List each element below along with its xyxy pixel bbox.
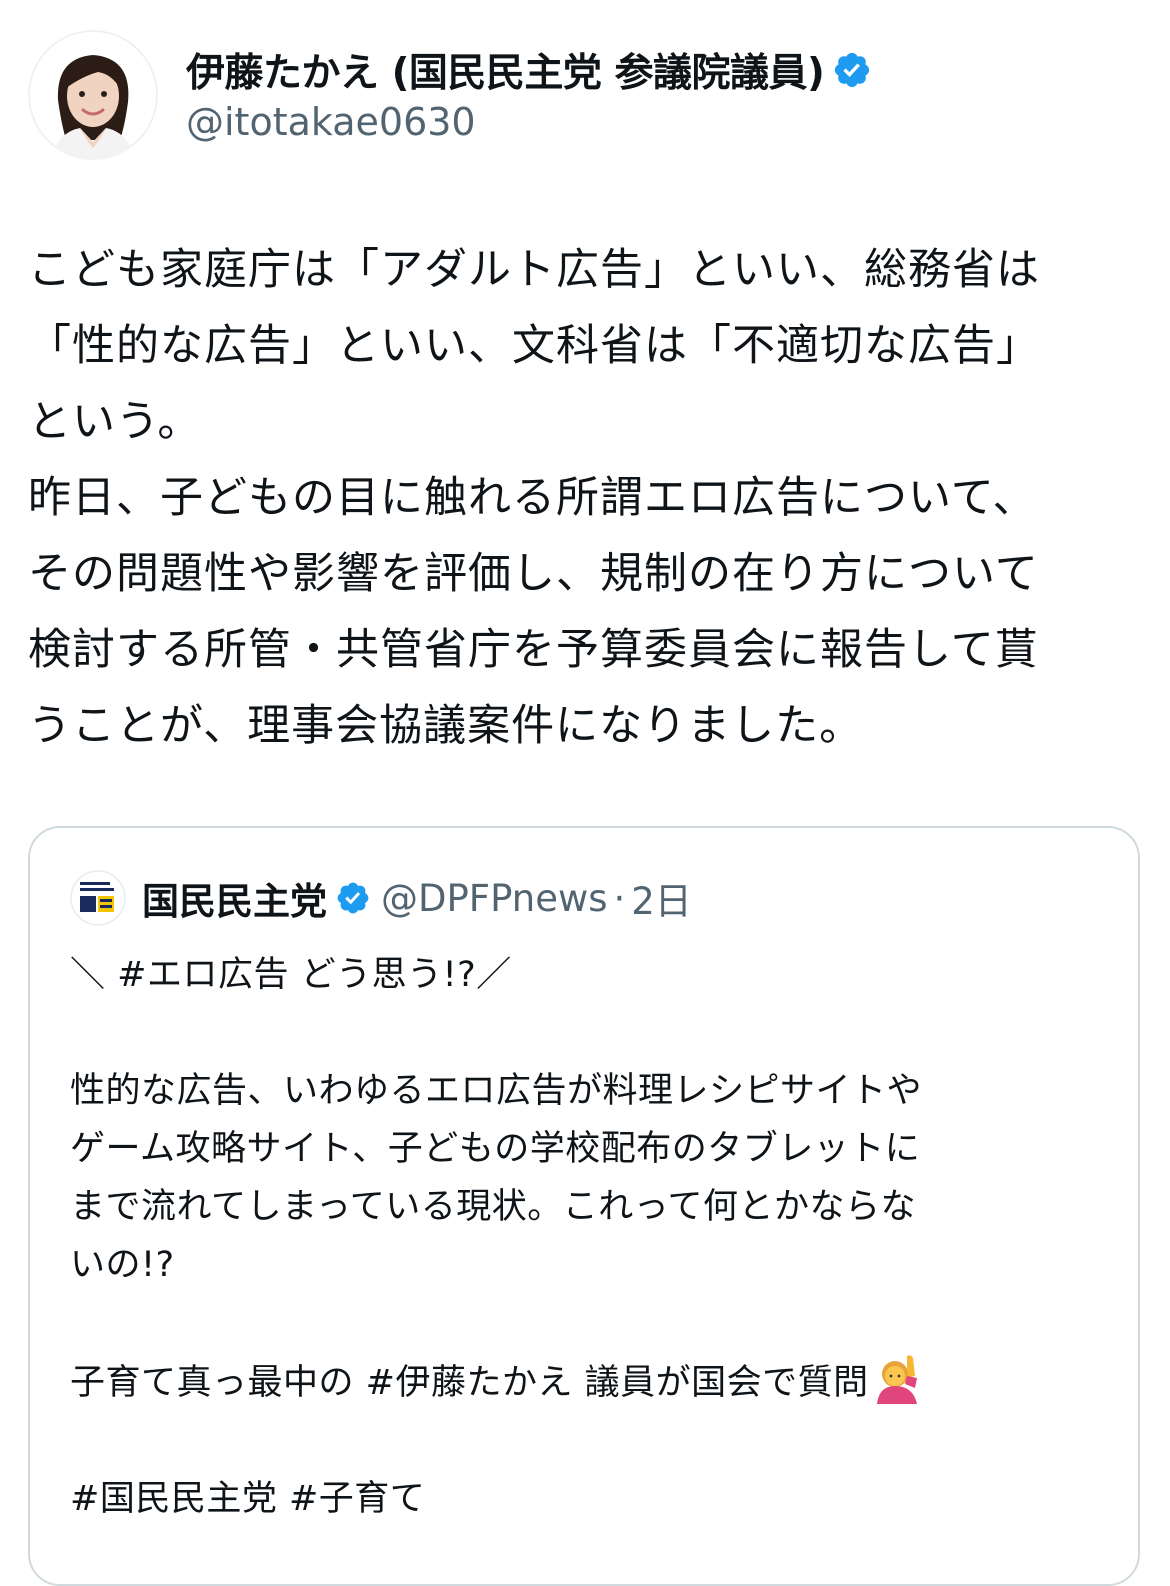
quoted-tweet-card[interactable]: 国民民主党 @DPFPnews · 2日 ＼ #エロ広告 どう思う!?／ 性的な… bbox=[28, 826, 1140, 1586]
quoted-text-line: #国民民主党 #子育て bbox=[70, 1479, 426, 1519]
tweet-text-line: 昨日、子どもの目に触れる所謂エロ広告について、 bbox=[28, 473, 1037, 523]
author-name-row[interactable]: 伊藤たかえ (国民民主党 参議院議員) bbox=[186, 42, 872, 98]
author-handle[interactable]: @itotakae0630 bbox=[186, 100, 476, 144]
quoted-text-line: まで流れてしまっている現状。これって何とかならな bbox=[70, 1187, 917, 1227]
author-display-name[interactable]: 伊藤たかえ (国民民主党 参議院議員) bbox=[186, 42, 825, 98]
quoted-text-line: ＼ #エロ広告 どう思う!?／ bbox=[70, 955, 512, 995]
verified-badge-icon bbox=[337, 882, 369, 914]
quoted-tweet-time[interactable]: 2日 bbox=[631, 871, 692, 925]
quoted-text-line bbox=[70, 1004, 1110, 1062]
author-avatar[interactable] bbox=[28, 30, 158, 160]
tweet-text-line: こども家庭庁は「アダルト広告」といい、総務省は bbox=[28, 245, 1040, 295]
quoted-text-line: いの!? bbox=[70, 1245, 175, 1285]
profile-photo-icon bbox=[28, 30, 158, 160]
meta-separator: · bbox=[613, 876, 626, 920]
quoted-text-line: 性的な広告、いわゆるエロ広告が料理レシピサイトや bbox=[70, 1071, 923, 1111]
quoted-tweet-header: 国民民主党 @DPFPnews · 2日 bbox=[70, 870, 692, 926]
tweet-header: 伊藤たかえ (国民民主党 参議院議員) @itotakae0630 bbox=[28, 30, 1148, 170]
quoted-text-line: 子育て真っ最中の #伊藤たかえ 議員が国会で質問 bbox=[70, 1363, 869, 1403]
quoted-author-name[interactable]: 国民民主党 bbox=[142, 871, 327, 925]
tweet-text-line: うことが、理事会協議案件になりました。 bbox=[28, 701, 864, 751]
quoted-text-line: ゲーム攻略サイト、子どもの学校配布のタブレットに bbox=[70, 1129, 921, 1169]
tweet-text-line: その問題性や影響を評価し、規制の在り方について bbox=[28, 549, 1039, 599]
tweet-text-line: 検討する所管・共管省庁を予算委員会に報告して貰 bbox=[28, 625, 1039, 675]
verified-badge-icon bbox=[835, 52, 870, 88]
quoted-author-handle[interactable]: @DPFPnews bbox=[381, 877, 608, 920]
person-raising-hand-emoji bbox=[876, 1355, 917, 1404]
party-logo-icon[interactable] bbox=[70, 870, 126, 926]
tweet-text: こども家庭庁は「アダルト広告」といい、総務省は 「性的な広告」といい、文科省は「… bbox=[28, 232, 1148, 764]
tweet-text-line: という。 bbox=[28, 397, 202, 447]
quoted-text-line-with-emoji: 子育て真っ最中の #伊藤たかえ 議員が国会で質問 bbox=[70, 1352, 1110, 1412]
tweet-text-line: 「性的な広告」といい、文科省は「不適切な広告」 bbox=[28, 321, 1040, 371]
quoted-text-line bbox=[70, 1412, 1110, 1470]
quoted-tweet-text: ＼ #エロ広告 どう思う!?／ 性的な広告、いわゆるエロ広告が料理レシピサイトや… bbox=[70, 946, 1110, 1528]
quoted-text-line bbox=[70, 1294, 1110, 1352]
